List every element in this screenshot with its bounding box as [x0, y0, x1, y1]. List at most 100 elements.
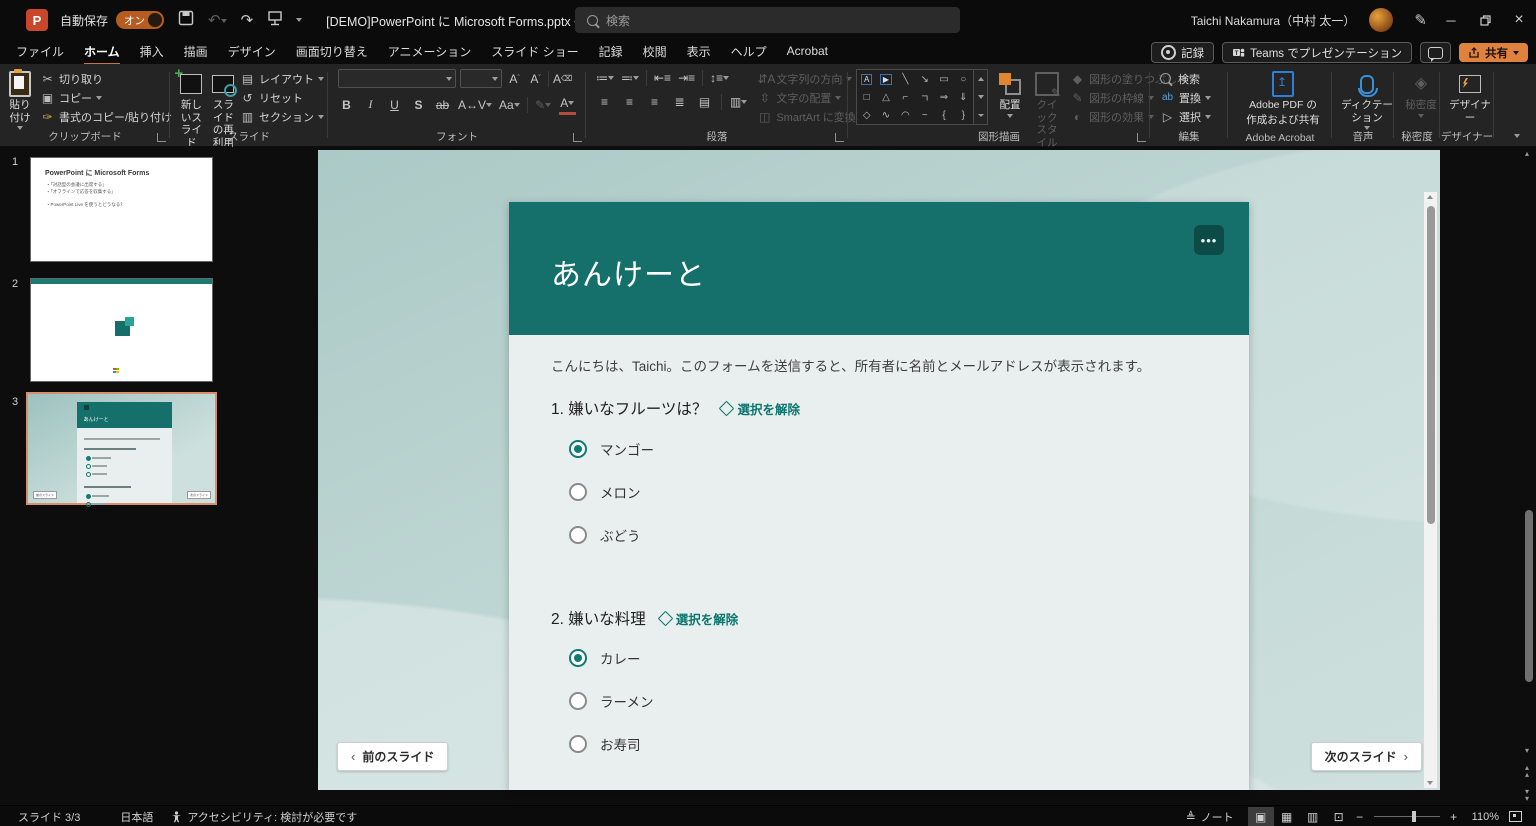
zoom-in-button[interactable]: + — [1446, 807, 1462, 826]
normal-view-button[interactable]: ▣ — [1248, 807, 1274, 826]
minimize-button[interactable]: ─ — [1434, 0, 1468, 40]
decrease-font-size-button[interactable]: Aˇ — [527, 70, 544, 88]
tab-design[interactable]: デザイン — [218, 40, 286, 65]
highlight-color-button[interactable]: ✎ — [535, 96, 552, 114]
share-button[interactable]: 共有 — [1459, 43, 1528, 62]
shape-elbow-arrow[interactable]: ㄱ — [915, 88, 934, 106]
previous-slide-button[interactable]: ‹ 前のスライド — [337, 742, 448, 771]
font-name-combobox[interactable] — [338, 69, 456, 88]
fit-slide-to-window-icon[interactable] — [1509, 811, 1522, 822]
arrange-button[interactable]: 配置 — [996, 69, 1024, 120]
next-slide-scroll-icon[interactable]: ▾▾ — [1525, 788, 1529, 802]
character-spacing-button[interactable]: A↔V — [458, 96, 492, 114]
underline-button[interactable]: U — [386, 96, 403, 114]
search-input[interactable]: 検索 — [575, 7, 960, 33]
slideshow-view-button[interactable]: ⊡ — [1326, 807, 1352, 826]
shape-arrow-right[interactable]: ⇒ — [934, 88, 953, 106]
comments-button[interactable] — [1420, 42, 1451, 63]
app-vertical-scrollbar[interactable]: ▴ ▾ ▴▴ ▾▾ — [1521, 150, 1536, 806]
redo-icon[interactable]: ↷ — [241, 11, 254, 29]
restore-button[interactable] — [1468, 0, 1502, 40]
tab-home[interactable]: ホーム — [74, 40, 130, 65]
close-button[interactable]: × — [1502, 0, 1536, 40]
new-slide-button[interactable]: 新しいスライド — [176, 69, 207, 157]
question-2-clear-selection-link[interactable]: 選択を解除 — [660, 609, 739, 628]
question-2-option-1[interactable]: カレー — [569, 648, 641, 668]
question-2-option-3[interactable]: お寿司 — [569, 734, 641, 754]
increase-indent-button[interactable]: ⇥≡ — [678, 69, 695, 87]
sensitivity-button[interactable]: ◈ 秘密度 — [1400, 69, 1442, 120]
font-dialog-launcher[interactable] — [573, 133, 582, 142]
present-in-teams-button[interactable]: T Teams でプレゼンテーション — [1222, 42, 1412, 63]
scroll-down-icon[interactable]: ▾ — [1525, 747, 1529, 754]
form-more-options-button[interactable]: ••• — [1194, 225, 1224, 255]
radio-unselected-icon[interactable] — [569, 526, 587, 544]
tab-transitions[interactable]: 画面切り替え — [286, 40, 378, 65]
shadow-button[interactable]: S — [410, 96, 427, 114]
select-button[interactable]: ▷選択 — [1160, 107, 1224, 126]
zoom-out-button[interactable]: − — [1352, 807, 1368, 826]
tab-acrobat[interactable]: Acrobat — [777, 41, 838, 63]
layout-button[interactable]: ▤レイアウト — [240, 69, 324, 88]
shape-oval[interactable]: ○ — [954, 70, 973, 88]
slide-1-thumbnail[interactable]: PowerPoint に Microsoft Forms ・「対話型の会議に出席… — [30, 157, 213, 262]
next-slide-button[interactable]: 次のスライド › — [1311, 742, 1422, 771]
clear-formatting-button[interactable]: A⌫ — [553, 70, 572, 88]
section-button[interactable]: ▥セクション — [240, 107, 324, 126]
gallery-more[interactable] — [978, 114, 984, 117]
language-indicator[interactable]: 日本語 — [120, 809, 153, 825]
paste-button[interactable]: 貼り付け — [6, 69, 34, 132]
pen-settings-icon[interactable]: ✎ — [1414, 11, 1427, 29]
tab-review[interactable]: 校閲 — [633, 40, 677, 65]
replace-button[interactable]: ab置換 — [1160, 88, 1224, 107]
tab-record[interactable]: 記録 — [589, 40, 633, 65]
format-painter-button[interactable]: ✑書式のコピー/貼り付け — [40, 107, 172, 126]
question-1-option-3[interactable]: ぶどう — [569, 525, 641, 545]
slide-sorter-view-button[interactable]: ▦ — [1274, 807, 1300, 826]
shape-brace-left[interactable]: { — [934, 106, 953, 124]
shape-arrow-line[interactable]: ↘ — [915, 70, 934, 88]
accessibility-status[interactable]: アクセシビリティ: 検討が必要です — [171, 809, 357, 825]
user-avatar[interactable] — [1369, 8, 1393, 32]
justify-button[interactable]: ≣ — [671, 93, 688, 111]
cut-button[interactable]: ✂切り取り — [40, 69, 172, 88]
shape-scribble[interactable]: ∿ — [876, 106, 895, 124]
reset-button[interactable]: ↺リセット — [240, 88, 324, 107]
form-scrollbar[interactable] — [1424, 192, 1437, 788]
scrollbar-thumb[interactable] — [1525, 510, 1533, 682]
find-button[interactable]: 検索 — [1160, 69, 1224, 88]
decrease-indent-button[interactable]: ⇤≡ — [654, 69, 671, 87]
shape-freeform[interactable]: ◇ — [857, 106, 876, 124]
reading-view-button[interactable]: ▥ — [1300, 807, 1326, 826]
align-right-button[interactable]: ≡ — [646, 93, 663, 111]
distribute-button[interactable]: ▤ — [696, 93, 713, 111]
collapse-ribbon-chevron-icon[interactable] — [1514, 134, 1520, 138]
font-size-combobox[interactable] — [460, 69, 502, 88]
powerpoint-logo-icon[interactable]: P — [26, 9, 48, 31]
question-1-option-1[interactable]: マンゴー — [569, 439, 654, 459]
numbering-button[interactable]: ≕ — [621, 69, 639, 87]
shape-rounded-rectangle[interactable]: □ — [857, 88, 876, 106]
radio-unselected-icon[interactable] — [569, 735, 587, 753]
radio-selected-icon[interactable] — [569, 649, 587, 667]
bullets-button[interactable]: ≔ — [596, 69, 614, 87]
strikethrough-button[interactable]: ab — [434, 96, 451, 114]
align-left-button[interactable]: ≡ — [596, 93, 613, 111]
present-from-beginning-icon[interactable] — [267, 11, 283, 30]
create-pdf-button[interactable]: Adobe PDF の 作成および共有 — [1234, 69, 1332, 128]
shape-elbow[interactable]: ⌐ — [896, 88, 915, 106]
radio-selected-icon[interactable] — [569, 440, 587, 458]
zoom-level[interactable]: 110% — [1472, 811, 1499, 823]
copy-button[interactable]: ▣コピー — [40, 88, 172, 107]
radio-unselected-icon[interactable] — [569, 692, 587, 710]
tab-insert[interactable]: 挿入 — [130, 40, 174, 65]
tab-animations[interactable]: アニメーション — [378, 40, 482, 65]
quick-access-toolbar-chevron-icon[interactable] — [296, 18, 302, 22]
paragraph-dialog-launcher[interactable] — [835, 133, 844, 142]
slide-2-thumbnail[interactable] — [30, 278, 213, 382]
shape-arc[interactable]: ◠ — [896, 106, 915, 124]
change-case-button[interactable]: Aa — [499, 96, 520, 114]
form-scroll-up-icon[interactable] — [1427, 195, 1433, 199]
shape-brace-right[interactable]: } — [954, 106, 973, 124]
gallery-scroll-up[interactable] — [978, 77, 984, 81]
